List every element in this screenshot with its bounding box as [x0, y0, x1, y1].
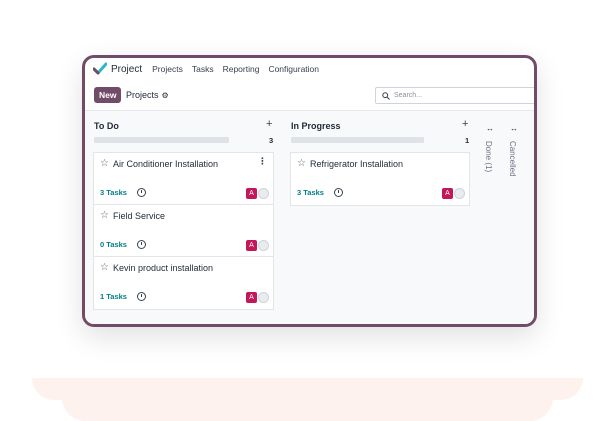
- plus-icon[interactable]: +: [266, 118, 272, 130]
- star-icon[interactable]: ☆: [100, 210, 109, 221]
- task-count-link[interactable]: 3 Tasks: [297, 188, 324, 197]
- top-navbar: Project Projects Tasks Reporting Configu…: [85, 58, 534, 80]
- gear-icon[interactable]: ⚙: [162, 91, 169, 100]
- decorative-pedestal-top: [32, 378, 583, 400]
- status-indicator[interactable]: [258, 292, 269, 303]
- control-bar: New Projects ⚙ Search...: [85, 82, 534, 108]
- plus-icon[interactable]: +: [462, 118, 468, 130]
- clock-icon[interactable]: [334, 188, 343, 197]
- app-title[interactable]: Project: [111, 64, 142, 75]
- status-indicator[interactable]: [454, 188, 465, 199]
- column-title-in-progress: In Progress: [291, 121, 341, 131]
- task-count-link[interactable]: 0 Tasks: [100, 240, 127, 249]
- new-button[interactable]: New: [94, 87, 122, 103]
- nav-item-tasks[interactable]: Tasks: [192, 64, 214, 74]
- status-indicator[interactable]: [258, 188, 269, 199]
- task-count-link[interactable]: 3 Tasks: [100, 188, 127, 197]
- avatar[interactable]: A: [442, 188, 453, 199]
- project-card[interactable]: ☆ Refrigerator Installation 3 Tasks A: [290, 152, 470, 206]
- unfold-arrows-icon[interactable]: ↔: [510, 124, 518, 133]
- avatar[interactable]: A: [246, 292, 257, 303]
- folded-column-cancelled[interactable]: Cancelled: [508, 141, 517, 177]
- search-placeholder: Search...: [394, 92, 423, 99]
- project-card[interactable]: ☆ Field Service 0 Tasks A: [93, 204, 274, 258]
- star-icon[interactable]: ☆: [297, 158, 306, 169]
- nav-item-projects[interactable]: Projects: [152, 64, 183, 74]
- project-title[interactable]: Kevin product installation: [113, 263, 213, 273]
- project-title[interactable]: Air Conditioner Installation: [113, 159, 218, 169]
- search-input[interactable]: Search...: [375, 87, 534, 104]
- clock-icon[interactable]: [137, 188, 146, 197]
- decorative-pedestal-bottom: [62, 398, 553, 421]
- project-title[interactable]: Field Service: [113, 211, 165, 221]
- column-title-todo: To Do: [94, 121, 119, 131]
- breadcrumb-projects[interactable]: Projects: [126, 90, 159, 100]
- star-icon[interactable]: ☆: [100, 158, 109, 169]
- nav-item-configuration[interactable]: Configuration: [268, 64, 319, 74]
- star-icon[interactable]: ☆: [100, 262, 109, 273]
- search-icon: [382, 91, 390, 100]
- status-indicator[interactable]: [258, 240, 269, 251]
- column-count: 1: [465, 136, 470, 145]
- column-progress-bar[interactable]: [291, 137, 424, 143]
- task-count-link[interactable]: 1 Tasks: [100, 292, 127, 301]
- clock-icon[interactable]: [137, 292, 146, 301]
- breadcrumb: Projects ⚙: [126, 90, 169, 100]
- app-window: Project Projects Tasks Reporting Configu…: [82, 55, 537, 327]
- column-progress-bar[interactable]: [94, 137, 229, 143]
- avatar[interactable]: A: [246, 240, 257, 251]
- clock-icon[interactable]: [137, 240, 146, 249]
- avatar[interactable]: A: [246, 188, 257, 199]
- unfold-arrows-icon[interactable]: ↔: [486, 124, 494, 133]
- more-options-icon[interactable]: ⋮: [258, 156, 267, 167]
- kanban-board: To Do + 3 ☆ Air Conditioner Installation…: [85, 111, 534, 324]
- folded-column-done[interactable]: Done (1): [484, 141, 493, 172]
- nav-item-reporting[interactable]: Reporting: [223, 64, 260, 74]
- project-card[interactable]: ☆ Air Conditioner Installation ⋮ 3 Tasks…: [93, 152, 274, 206]
- project-card[interactable]: ☆ Kevin product installation 1 Tasks A: [93, 256, 274, 310]
- project-title[interactable]: Refrigerator Installation: [310, 159, 403, 169]
- checkmark-logo-icon[interactable]: [93, 62, 107, 76]
- column-count: 3: [269, 136, 274, 145]
